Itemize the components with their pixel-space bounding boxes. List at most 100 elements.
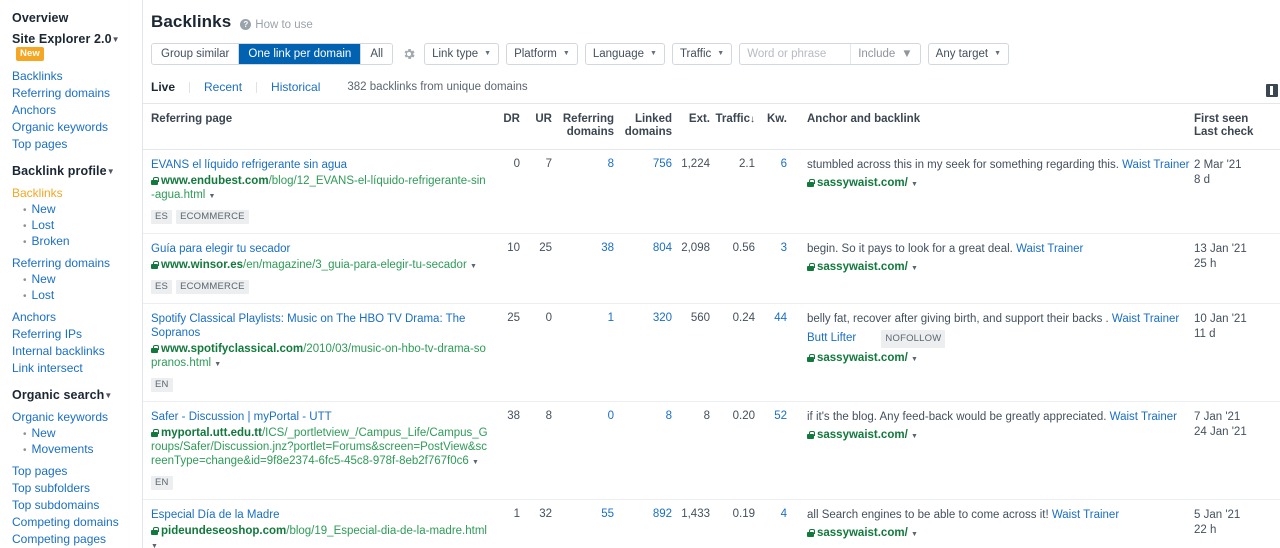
include-dropdown[interactable]: Include▼ [850, 44, 919, 64]
cell-kw[interactable]: 44 [755, 304, 787, 402]
sidebar-group-organic-search[interactable]: Organic search▼ [12, 388, 142, 402]
column-linked-domains[interactable]: Linked domains [614, 104, 672, 150]
all-button[interactable]: All [361, 44, 392, 64]
export-icon[interactable] [1266, 84, 1278, 97]
chevron-down-icon[interactable]: ▼ [209, 193, 216, 200]
gear-icon[interactable] [401, 47, 416, 62]
sidebar-item-referring-ips[interactable]: Referring IPs [12, 326, 142, 342]
chevron-down-icon[interactable]: ▼ [911, 265, 918, 272]
referring-page-url[interactable]: www.winsor.es/en/magazine/3_guia-para-el… [151, 258, 488, 274]
sidebar-item-backlinks[interactable]: Backlinks [12, 68, 142, 84]
chevron-down-icon[interactable]: ▼ [472, 459, 479, 466]
sidebar-group-backlink-profile[interactable]: Backlink profile▼ [12, 164, 142, 178]
backlink-target[interactable]: sassywaist.com/ ▼ [807, 176, 1194, 192]
column-anchor-and-backlink[interactable]: Anchor and backlink [787, 104, 1194, 150]
sidebar-item-os-organic-keywords[interactable]: Organic keywords [12, 409, 142, 425]
sidebar-item-competing-pages[interactable]: Competing pages [12, 531, 142, 547]
referring-page-title[interactable]: EVANS el líquido refrigerante sin agua [151, 158, 488, 172]
cell-referring-domains[interactable]: 38 [552, 234, 614, 304]
chevron-down-icon[interactable]: ▼ [470, 263, 477, 270]
anchor-link-text[interactable]: Waist Trainer [1016, 243, 1083, 255]
how-to-use-link[interactable]: ? How to use [240, 19, 313, 31]
tab-recent[interactable]: Recent [204, 80, 256, 94]
sidebar-item-link-intersect[interactable]: Link intersect [12, 360, 142, 376]
chevron-down-icon[interactable]: ▼ [151, 543, 158, 548]
backlink-target[interactable]: sassywaist.com/ ▼ [807, 260, 1194, 276]
backlink-target[interactable]: sassywaist.com/ ▼ [807, 526, 1194, 542]
referring-page-url[interactable]: www.endubest.com/blog/12_EVANS-el-líquid… [151, 174, 488, 204]
column-first-seen-last-check[interactable]: First seen Last check [1194, 104, 1280, 150]
sidebar-item-organic-keywords[interactable]: Organic keywords [12, 119, 142, 135]
tab-historical[interactable]: Historical [271, 80, 334, 94]
cell-referring-domains[interactable]: 0 [552, 402, 614, 500]
group-similar-button[interactable]: Group similar [152, 44, 239, 64]
referring-page-title[interactable]: Spotify Classical Playlists: Music on Th… [151, 312, 488, 340]
link-type-dropdown[interactable]: Link type▼ [424, 43, 499, 65]
column-referring-page[interactable]: Referring page [143, 104, 488, 150]
platform-dropdown[interactable]: Platform▼ [506, 43, 578, 65]
sidebar-item-bp-backlinks-new[interactable]: New [12, 202, 142, 218]
referring-page-title[interactable]: Guía para elegir tu secador [151, 242, 488, 256]
sidebar-item-top-subdomains[interactable]: Top subdomains [12, 497, 142, 513]
sidebar-item-bp-backlinks-broken[interactable]: Broken [12, 234, 142, 250]
chevron-down-icon[interactable]: ▼ [911, 356, 918, 363]
chevron-down-icon[interactable]: ▼ [911, 181, 918, 188]
search-input[interactable] [740, 44, 850, 64]
chevron-down-icon[interactable]: ▼ [911, 531, 918, 538]
sidebar-item-competing-domains[interactable]: Competing domains [12, 514, 142, 530]
referring-page-title[interactable]: Especial Día de la Madre [151, 508, 488, 522]
column-ur[interactable]: UR [520, 104, 552, 150]
one-link-per-domain-button[interactable]: One link per domain [239, 44, 361, 64]
referring-page-url[interactable]: pideundeseoshop.com/blog/19_Especial-dia… [151, 524, 488, 548]
sidebar-item-anchors[interactable]: Anchors [12, 102, 142, 118]
sidebar-item-os-keywords-movements[interactable]: Movements [12, 442, 142, 458]
sidebar-item-bp-backlinks[interactable]: Backlinks [12, 185, 142, 201]
anchor-link-text[interactable]: Waist Trainer [1110, 411, 1177, 423]
last-check-value: 8 d [1194, 173, 1280, 188]
sidebar-item-internal-backlinks[interactable]: Internal backlinks [12, 343, 142, 359]
backlink-target[interactable]: sassywaist.com/ ▼ [807, 351, 1194, 367]
sidebar-item-bp-refdomains-new[interactable]: New [12, 272, 142, 288]
tab-live[interactable]: Live [151, 80, 189, 94]
column-ext[interactable]: Ext. [672, 104, 710, 150]
language-dropdown[interactable]: Language▼ [585, 43, 665, 65]
chevron-down-icon[interactable]: ▼ [214, 361, 221, 368]
column-kw[interactable]: Kw. [755, 104, 787, 150]
sidebar-item-top-subfolders[interactable]: Top subfolders [12, 480, 142, 496]
sidebar-item-top-pages[interactable]: Top pages [12, 136, 142, 152]
cell-linked-domains[interactable]: 8 [614, 402, 672, 500]
sidebar-item-os-top-pages[interactable]: Top pages [12, 463, 142, 479]
chevron-down-icon[interactable]: ▼ [911, 433, 918, 440]
traffic-dropdown[interactable]: Traffic▼ [672, 43, 732, 65]
column-dr[interactable]: DR [488, 104, 520, 150]
cell-kw[interactable]: 3 [755, 234, 787, 304]
anchor-link-text[interactable]: Waist Trainer [1122, 159, 1189, 171]
cell-kw[interactable]: 4 [755, 500, 787, 548]
cell-referring-domains[interactable]: 1 [552, 304, 614, 402]
sidebar-item-referring-domains[interactable]: Referring domains [12, 85, 142, 101]
cell-linked-domains[interactable]: 892 [614, 500, 672, 548]
cell-linked-domains[interactable]: 320 [614, 304, 672, 402]
referring-page-url[interactable]: www.spotifyclassical.com/2010/03/music-o… [151, 342, 488, 372]
cell-referring-domains[interactable]: 8 [552, 150, 614, 234]
cell-referring-domains[interactable]: 55 [552, 500, 614, 548]
cell-kw[interactable]: 6 [755, 150, 787, 234]
any-target-label: Any target [936, 44, 988, 64]
sidebar-item-bp-anchors[interactable]: Anchors [12, 309, 142, 325]
any-target-dropdown[interactable]: Any target▼ [928, 43, 1009, 65]
sidebar-item-bp-backlinks-lost[interactable]: Lost [12, 218, 142, 234]
sidebar-item-os-keywords-new[interactable]: New [12, 426, 142, 442]
sidebar-item-bp-referring-domains[interactable]: Referring domains [12, 255, 142, 271]
sidebar-item-bp-refdomains-lost[interactable]: Lost [12, 288, 142, 304]
cell-linked-domains[interactable]: 804 [614, 234, 672, 304]
cell-kw[interactable]: 52 [755, 402, 787, 500]
referring-page-title[interactable]: Safer - Discussion | myPortal - UTT [151, 410, 488, 424]
cell-linked-domains[interactable]: 756 [614, 150, 672, 234]
anchor-link-text[interactable]: Waist Trainer [1052, 509, 1119, 521]
referring-page-url[interactable]: myportal.utt.edu.tt/ICS/_portletview_/Ca… [151, 426, 488, 470]
column-traffic[interactable]: Traffic↓ [710, 104, 755, 150]
backlink-target[interactable]: sassywaist.com/ ▼ [807, 428, 1194, 444]
column-referring-domains[interactable]: Referring domains [552, 104, 614, 150]
sidebar-item-overview[interactable]: Overview [12, 11, 142, 25]
sidebar-group-site-explorer[interactable]: Site Explorer 2.0▼New [12, 32, 142, 61]
